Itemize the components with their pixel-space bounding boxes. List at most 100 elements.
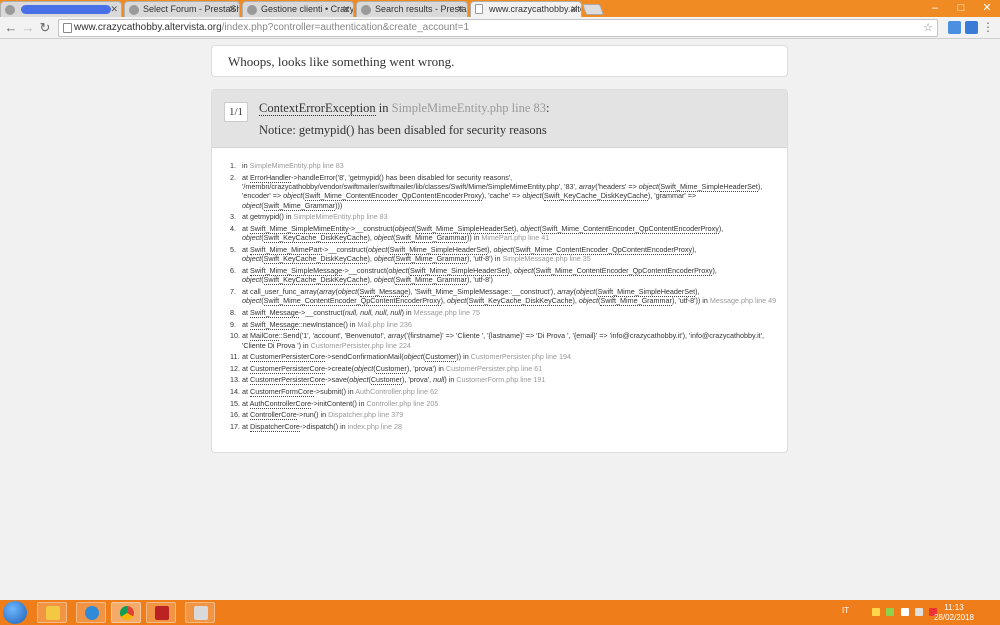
frame-text: ), 'utf-8') <box>466 275 493 285</box>
extension-icon[interactable] <box>965 21 978 34</box>
translate-icon[interactable] <box>948 21 961 34</box>
notification-icon[interactable] <box>872 608 880 616</box>
frame-class-abbr: CustomerPersisterCore <box>250 375 326 386</box>
frame-class-abbr: Customer <box>370 375 403 386</box>
browser-tab-3[interactable]: Gestione clienti • Crazy C ✕ <box>242 1 354 17</box>
start-button[interactable] <box>3 601 27 624</box>
taskbar-filezilla[interactable] <box>146 602 176 623</box>
frame-file: index.php line 28 <box>347 421 403 431</box>
frame-type: object <box>578 296 599 306</box>
system-clock[interactable]: 11:13 28/02/2018 <box>934 603 974 623</box>
network-icon[interactable] <box>901 608 909 616</box>
browser-tab-2[interactable]: Select Forum - PrestaSh ✕ <box>124 1 240 17</box>
close-tab-icon[interactable]: ✕ <box>110 2 118 17</box>
new-tab-button[interactable] <box>581 4 605 15</box>
frame-text: ))) <box>335 200 343 210</box>
frame-class-abbr: AuthControllerCore <box>249 398 312 409</box>
clock-date: 28/02/2018 <box>933 613 974 622</box>
close-tab-icon[interactable]: ✕ <box>570 2 578 17</box>
frame-class-abbr: Swift_KeyCache_DiskKeyCache <box>263 275 368 286</box>
chrome-icon <box>120 606 134 620</box>
back-arrow-icon[interactable]: ← <box>4 20 18 36</box>
frame-file: SimpleMessage.php line 35 <box>502 254 591 264</box>
frame-class-abbr: Swift_Mime_ContentEncoder_QpContentEncod… <box>263 296 441 307</box>
frame-text: at <box>242 172 250 182</box>
exception-message: Notice: getmypid() has been disabled for… <box>259 123 547 137</box>
frame-file: AuthController.php line 62 <box>355 386 438 396</box>
frame-text: at <box>242 386 250 396</box>
exception-counter: 1/1 <box>224 102 248 122</box>
browser-toolbar: ← → ↻ www.crazycathobby.altervista.org/i… <box>0 17 1000 39</box>
address-bar[interactable]: www.crazycathobby.altervista.org/index.p… <box>58 19 938 37</box>
frame-type: object <box>522 191 542 201</box>
frame-text: ::Send('1', 'account', 'Benvenuto!', <box>278 331 388 341</box>
frame-text: ::newInstance() in <box>298 319 358 329</box>
frame-class-abbr: DispatcherCore <box>250 421 300 432</box>
frame-number: 4. <box>230 224 236 233</box>
bookmark-star-icon[interactable]: ☆ <box>923 21 933 34</box>
frame-text: ('headers' => <box>595 182 639 191</box>
frame-file: CustomerPersister.php line 224 <box>310 340 411 350</box>
frame-class-abbr: Customer <box>375 363 407 374</box>
frame-number: 16. <box>230 410 240 420</box>
frame-text: ->initContent() in <box>311 398 367 408</box>
stack-frame: 3. at getmypid() in SimpleMimeEntity.php … <box>230 212 787 221</box>
frame-text: ->__construct( <box>342 266 389 275</box>
frame-type: object <box>513 266 534 275</box>
stack-frame: 17. at DispatcherCore->dispatch() in inde… <box>230 421 787 432</box>
frame-class-abbr: Customer <box>425 352 457 363</box>
frame-text: at <box>242 266 250 275</box>
frame-type: object <box>638 182 658 191</box>
address-url[interactable]: www.crazycathobby.altervista.org/index.p… <box>74 22 469 33</box>
frame-text: at <box>242 319 250 329</box>
frame-text: ), <box>695 287 700 296</box>
frame-class-abbr: Swift_Mime_Grammar <box>395 233 467 244</box>
frame-text: ->submit() in <box>313 386 356 396</box>
browser-tab-4[interactable]: Search results - PrestaSh ✕ <box>356 1 468 17</box>
browser-tab-1[interactable]: ✕ <box>0 1 122 17</box>
frame-text: at call_user_func_array( <box>242 287 320 296</box>
frame-text: ->create( <box>325 363 355 373</box>
chrome-menu-icon[interactable]: ⋮ <box>982 20 994 34</box>
close-tab-icon[interactable]: ✕ <box>456 2 464 17</box>
prestashop-icon <box>129 5 139 15</box>
forward-arrow-icon[interactable]: → <box>21 20 35 36</box>
reload-icon[interactable]: ↻ <box>38 20 52 36</box>
frame-number: 11. <box>230 352 240 362</box>
frame-text: ->dispatch() in <box>299 421 348 431</box>
taskbar-chrome[interactable] <box>111 602 141 623</box>
windows-taskbar: IT 11:13 28/02/2018 <box>0 600 1000 625</box>
frame-file: Controller.php line 205 <box>366 398 439 408</box>
frame-number: 10. <box>230 331 240 341</box>
close-tab-icon[interactable]: ✕ <box>342 2 350 17</box>
frame-text: ->run() in <box>296 410 329 420</box>
frame-number: 13. <box>230 375 240 385</box>
frame-class-abbr: Swift_Mime_ContentEncoder_QpContentEncod… <box>541 224 719 234</box>
frame-text: )) in <box>466 233 482 243</box>
language-indicator[interactable]: IT <box>842 606 849 615</box>
volume-icon[interactable] <box>915 608 923 616</box>
frame-type: object <box>493 245 513 254</box>
stack-frame: 16. at ControllerCore->run() in Dispatche… <box>230 410 787 421</box>
taskbar-folder[interactable] <box>37 602 67 623</box>
frame-number: 7. <box>230 287 236 296</box>
taskbar-paint[interactable] <box>185 602 215 623</box>
close-window-icon[interactable]: ✕ <box>974 0 1000 17</box>
taskbar-ie[interactable] <box>76 602 106 623</box>
frame-class-abbr: Swift_KeyCache_DiskKeyCache <box>544 191 648 202</box>
exception-in: in <box>378 101 389 115</box>
frame-class-abbr: Swift_Mime_Grammar <box>263 200 336 211</box>
maximize-icon[interactable]: □ <box>948 0 974 17</box>
page-info-icon[interactable] <box>63 23 72 33</box>
frame-type: array <box>319 287 336 296</box>
browser-tab-active[interactable]: www.crazycathobby.alterv ✕ <box>470 1 582 18</box>
close-tab-icon[interactable]: ✕ <box>228 2 236 17</box>
stack-frame: 4. at Swift_Mime_SimpleMimeEntity->__cons… <box>230 224 787 244</box>
page-icon <box>475 4 483 14</box>
tray-app-icon[interactable] <box>886 608 894 616</box>
stack-frame: 10. at MailCore::Send('1', 'account', 'Be… <box>230 331 787 350</box>
frame-file: Dispatcher.php line 379 <box>328 410 404 420</box>
exception-header: 1/1 ContextErrorException in SimpleMimeE… <box>212 90 787 148</box>
exception-title: ContextErrorException in SimpleMimeEntit… <box>259 101 550 116</box>
minimize-icon[interactable]: – <box>922 0 948 17</box>
